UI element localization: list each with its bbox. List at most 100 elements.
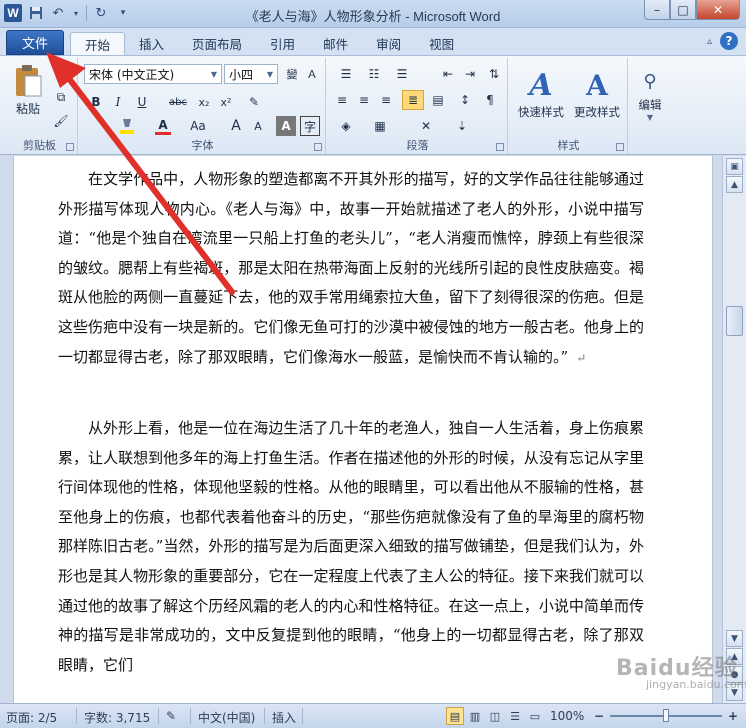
tab-file[interactable]: 文件 [6,30,64,55]
ruler-toggle-icon[interactable]: ⇣ [450,116,474,136]
shading-icon[interactable]: ◈ [334,116,358,136]
align-center-icon[interactable]: ≡ [354,90,374,110]
save-icon[interactable] [28,5,44,21]
phonetic-guide-icon[interactable]: 變 [282,64,302,84]
tab-mailings[interactable]: 邮件 [309,32,362,55]
subscript-button[interactable]: x₂ [194,92,214,112]
font-size-value: 小四 [229,67,254,82]
underline-button[interactable]: U [132,92,152,112]
borders-icon[interactable]: ▦ [368,116,392,136]
clear-formatting-icon[interactable]: ✎ [244,92,264,112]
document-page[interactable]: 在文学作品中，人物形象的塑造都离不开其外形的描写，好的文学作品往往能够通过外形描… [13,156,713,703]
vertical-scrollbar[interactable]: ▣ ▲ ▼ ▲ ● ▼ [722,156,746,703]
status-separator [190,708,191,724]
close-button[interactable]: ✕ [696,0,740,20]
change-case-button[interactable]: Aa [184,116,212,136]
help-icon[interactable]: ? [720,32,738,50]
tab-view[interactable]: 视图 [415,32,468,55]
quick-styles-button[interactable]: A 快速样式 [514,62,568,126]
cut-icon[interactable]: ✂ [52,64,70,82]
tab-home[interactable]: 开始 [70,32,126,55]
paste-button[interactable]: 粘贴 [10,60,46,120]
font-color-button[interactable]: A [152,116,174,136]
numbering-icon[interactable]: ☷ [362,64,386,84]
customize-qat-icon[interactable]: ▾ [115,5,131,21]
grow-font-button[interactable]: A [226,116,246,136]
strikethrough-button[interactable]: abc [166,92,190,112]
word-app-icon[interactable]: W [4,4,22,22]
bullets-icon[interactable]: ☰ [334,64,358,84]
show-marks-icon[interactable]: ¶ [480,90,500,110]
multilevel-list-icon[interactable]: ☰ [390,64,414,84]
increase-indent-icon[interactable]: ⇥ [460,64,480,84]
insert-mode-indicator[interactable]: 插入 [272,709,296,726]
web-layout-icon[interactable]: ◫ [486,707,504,725]
font-size-select[interactable]: 小四 ▼ [224,64,278,84]
zoom-slider-thumb[interactable] [663,709,669,722]
scroll-thumb[interactable] [726,306,743,336]
chinese-layout-icon[interactable]: ✕ [414,116,438,136]
language-indicator[interactable]: 中文(中国) [198,709,255,726]
justify-icon[interactable]: ≣ [402,90,424,110]
tab-review[interactable]: 审阅 [362,32,415,55]
full-screen-reading-icon[interactable]: ▥ [466,707,484,725]
enclose-characters-icon[interactable]: Ａ [302,64,322,84]
outline-view-icon[interactable]: ☰ [506,707,524,725]
proofing-icon[interactable]: ✎ [166,709,176,723]
line-spacing-icon[interactable]: ↕ [454,90,476,110]
font-launcher-icon[interactable] [314,143,322,151]
align-left-icon[interactable]: ≡ [332,90,352,110]
font-group: 宋体 (中文正文) ▼ 小四 ▼ 變 Ａ B I U abc x₂ x² ✎ A A… [80,58,326,154]
redo-icon[interactable]: ↻ [93,5,109,21]
distributed-icon[interactable]: ▤ [428,90,448,110]
minimize-ribbon-icon[interactable]: ▵ [707,36,712,47]
paragraph-1[interactable]: 在文学作品中，人物形象的塑造都离不开其外形的描写，好的文学作品往往能够通过外形描… [58,165,644,373]
shrink-font-button[interactable]: A [248,116,268,136]
zoom-out-button[interactable]: − [594,709,604,723]
editing-group: ⚲ 编辑 ▼ [630,58,670,154]
minimize-button[interactable]: – [644,0,670,20]
paragraph-2[interactable]: 从外形上看，他是一位在海边生活了几十年的老渔人，独自一人生活着，身上伤痕累累，让… [58,414,644,680]
align-right-icon[interactable]: ≡ [376,90,396,110]
scroll-up-icon[interactable]: ▲ [726,176,743,193]
font-name-select[interactable]: 宋体 (中文正文) ▼ [84,64,222,84]
format-painter-icon[interactable]: 🖌 [52,112,70,130]
page-count[interactable]: 页面: 2/5 [6,709,57,726]
character-shading-icon[interactable]: A [276,116,296,136]
copy-icon[interactable]: ⧉ [52,88,70,106]
change-styles-button[interactable]: A 更改样式 [570,62,624,126]
change-styles-label: 更改样式 [574,105,620,119]
word-count[interactable]: 字数: 3,715 [84,709,150,726]
ruler-toggle-button[interactable]: ▣ [726,158,743,175]
sort-icon[interactable]: ⇅ [484,64,504,84]
status-bar: 页面: 2/5 字数: 3,715 ✎ 中文(中国) 插入 ▤ ▥ ◫ ☰ ▭ … [0,703,746,728]
styles-group-label: 样式 [557,139,580,152]
paragraph-group: ☰ ☷ ☰ ⇤ ⇥ ⇅ ≡ ≡ ≡ ≣ ▤ ↕ ¶ ◈ ▦ ✕ ⇣ 段落 [328,58,508,154]
print-layout-view-icon[interactable]: ▤ [446,707,464,725]
superscript-button[interactable]: x² [216,92,236,112]
character-border-icon[interactable]: 字 [300,116,320,136]
ribbon-tabs: 开始 插入 页面布局 引用 邮件 审阅 视图 [70,32,468,55]
highlight-color-button[interactable] [116,116,138,136]
italic-button[interactable]: I [108,92,128,112]
zoom-level[interactable]: 100% [550,709,584,723]
tab-bar-right: ▵ ? [707,32,738,50]
paragraph-launcher-icon[interactable] [496,143,504,151]
bold-button[interactable]: B [86,92,106,112]
undo-icon[interactable]: ↶ [50,5,66,21]
zoom-slider[interactable] [610,709,722,722]
tab-page-layout[interactable]: 页面布局 [178,32,256,55]
draft-view-icon[interactable]: ▭ [526,707,544,725]
styles-launcher-icon[interactable] [616,143,624,151]
chevron-down-icon[interactable]: ▾ [72,5,80,21]
scroll-down-icon[interactable]: ▼ [726,630,743,647]
decrease-indent-icon[interactable]: ⇤ [438,64,458,84]
clipboard-launcher-icon[interactable] [66,143,74,151]
zoom-in-button[interactable]: + [728,709,738,723]
maximize-button[interactable]: □ [670,0,696,20]
tab-references[interactable]: 引用 [256,32,309,55]
ribbon-tab-bar: 文件 开始 插入 页面布局 引用 邮件 审阅 视图 ▵ ? [0,28,746,55]
editing-button[interactable]: ⚲ 编辑 ▼ [632,62,668,126]
tab-insert[interactable]: 插入 [125,32,178,55]
qat-separator [86,5,87,21]
